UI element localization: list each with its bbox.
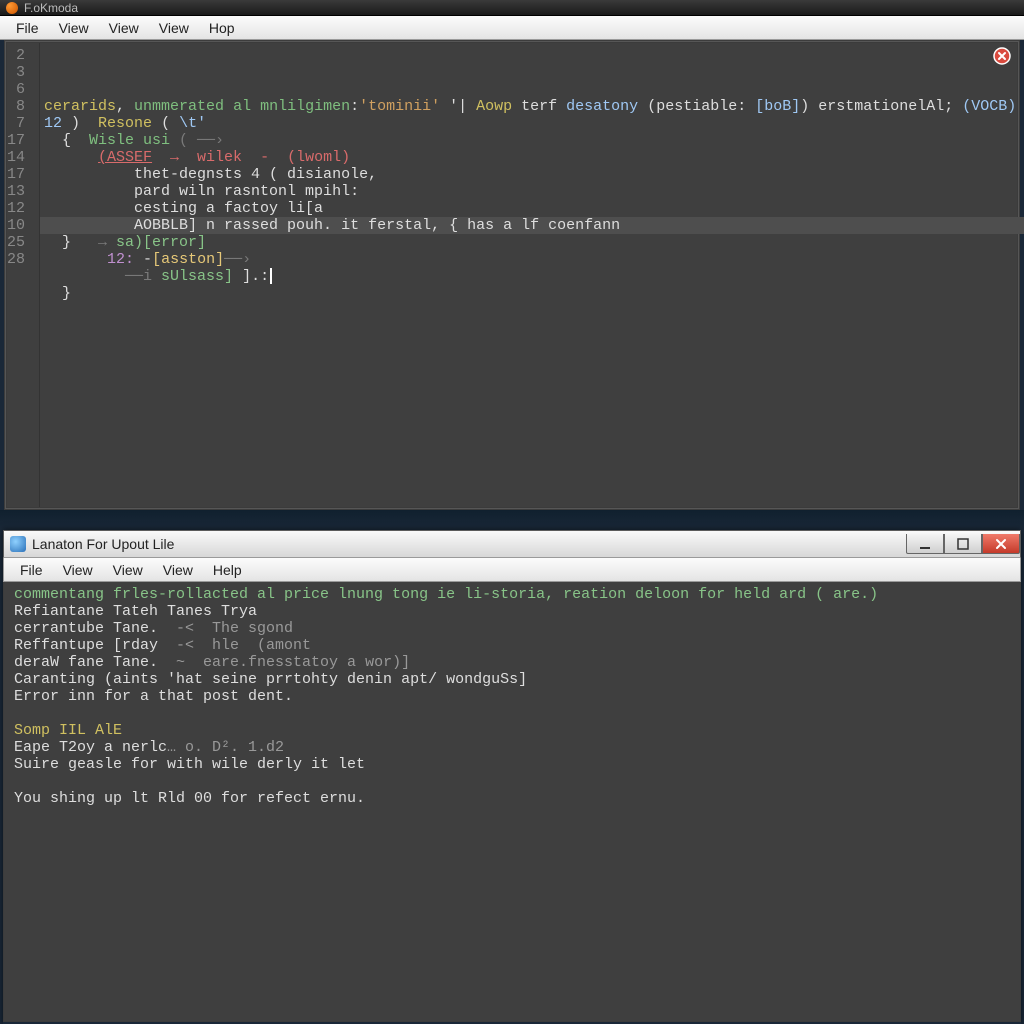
line-number: 25 xyxy=(7,234,25,251)
code-content[interactable]: cerarids, unmmerated al mnlilgimen:'tomi… xyxy=(40,43,1024,507)
line-number: 7 xyxy=(7,115,25,132)
app-titlebar: F.oKmoda xyxy=(0,0,1024,16)
maximize-button[interactable] xyxy=(944,534,982,554)
line-number: 10 xyxy=(7,217,25,234)
line-number: 2 xyxy=(7,47,25,64)
console-menu-file[interactable]: File xyxy=(10,560,53,580)
code-line: ──i sUlsass] ].: xyxy=(44,268,1016,285)
menu-view3[interactable]: View xyxy=(149,18,199,38)
console-title: Lanaton For Upout Lile xyxy=(32,536,174,552)
app-icon xyxy=(6,2,18,14)
code-line: cesting a factoy li[a xyxy=(44,200,1016,217)
console-menu-view2[interactable]: View xyxy=(103,560,153,580)
code-line: pard wiln rasntonl mpihl: xyxy=(44,183,1016,200)
line-number: 12 xyxy=(7,200,25,217)
editor-window: 236871714171312102528 cerarids, unmmerat… xyxy=(4,40,1020,510)
text-cursor xyxy=(270,268,272,284)
line-number: 17 xyxy=(7,166,25,183)
console-line: You shing up lt Rld 00 for refect ernu. xyxy=(14,790,1010,807)
code-line: } xyxy=(44,285,1016,302)
console-line: cerrantube Tane. -< The sgond xyxy=(14,620,1010,637)
line-number: 3 xyxy=(7,64,25,81)
code-line: } → sa)[error] xyxy=(44,234,1016,251)
console-line xyxy=(14,773,1010,790)
upper-menubar: File View View View Hop xyxy=(0,16,1024,40)
menu-hop[interactable]: Hop xyxy=(199,18,245,38)
menu-view1[interactable]: View xyxy=(49,18,99,38)
line-number: 28 xyxy=(7,251,25,268)
app-title: F.oKmoda xyxy=(24,1,78,15)
line-number: 14 xyxy=(7,149,25,166)
console-line: Suire geasle for with wile derly it let xyxy=(14,756,1010,773)
console-line: Somp IIL AlE xyxy=(14,722,1010,739)
console-line: Reffantupe [rday -< hle (amont xyxy=(14,637,1010,654)
line-number: 6 xyxy=(7,81,25,98)
console-line: commentang frles-rollacted al price lnun… xyxy=(14,586,1010,603)
code-line: AOBBLB] n rassed pouh. it ferstal, { has… xyxy=(44,217,1016,234)
line-number: 17 xyxy=(7,132,25,149)
minimize-icon xyxy=(919,538,931,550)
code-line: { Wisle usi ( ──› xyxy=(44,132,1016,149)
console-output[interactable]: commentang frles-rollacted al price lnun… xyxy=(3,582,1021,1022)
code-line: cerarids, unmmerated al mnlilgimen:'tomi… xyxy=(44,98,1016,115)
code-line: thet-degnsts 4 ( disianole, xyxy=(44,166,1016,183)
console-menu-view1[interactable]: View xyxy=(53,560,103,580)
close-icon[interactable] xyxy=(993,47,1011,65)
line-number: 8 xyxy=(7,98,25,115)
console-window: Lanaton For Upout Lile File View View Vi… xyxy=(3,530,1021,1024)
console-menu-help[interactable]: Help xyxy=(203,560,252,580)
close-button[interactable] xyxy=(982,534,1020,554)
code-line xyxy=(44,302,1016,319)
console-line: Eape T2oy a nerlc… o. D². 1.d2 xyxy=(14,739,1010,756)
menu-file[interactable]: File xyxy=(6,18,49,38)
console-menu-view3[interactable]: View xyxy=(153,560,203,580)
console-menubar: File View View View Help xyxy=(3,558,1021,582)
console-line: Error inn for a that post dent. xyxy=(14,688,1010,705)
console-line: Refiantane Tateh Tanes Trya xyxy=(14,603,1010,620)
code-line: (ASSEF → wilek - (lwoml) xyxy=(44,149,1016,166)
console-app-icon xyxy=(10,536,26,552)
minimize-button[interactable] xyxy=(906,534,944,554)
line-number-gutter: 236871714171312102528 xyxy=(7,43,40,507)
code-area[interactable]: 236871714171312102528 cerarids, unmmerat… xyxy=(7,43,1017,507)
console-titlebar[interactable]: Lanaton For Upout Lile xyxy=(3,530,1021,558)
close-x-icon xyxy=(995,538,1007,550)
console-line: deraW fane Tane. ~ eare.fnesstatoy a wor… xyxy=(14,654,1010,671)
menu-view2[interactable]: View xyxy=(99,18,149,38)
code-line: 12 ) Resone ( \t' xyxy=(44,115,1016,132)
line-number: 13 xyxy=(7,183,25,200)
code-line: 12: -[asston]──› xyxy=(44,251,1016,268)
console-line xyxy=(14,705,1010,722)
window-gap xyxy=(0,510,1024,530)
maximize-icon xyxy=(957,538,969,550)
console-line: Caranting (aints 'hat seine prrtohty den… xyxy=(14,671,1010,688)
